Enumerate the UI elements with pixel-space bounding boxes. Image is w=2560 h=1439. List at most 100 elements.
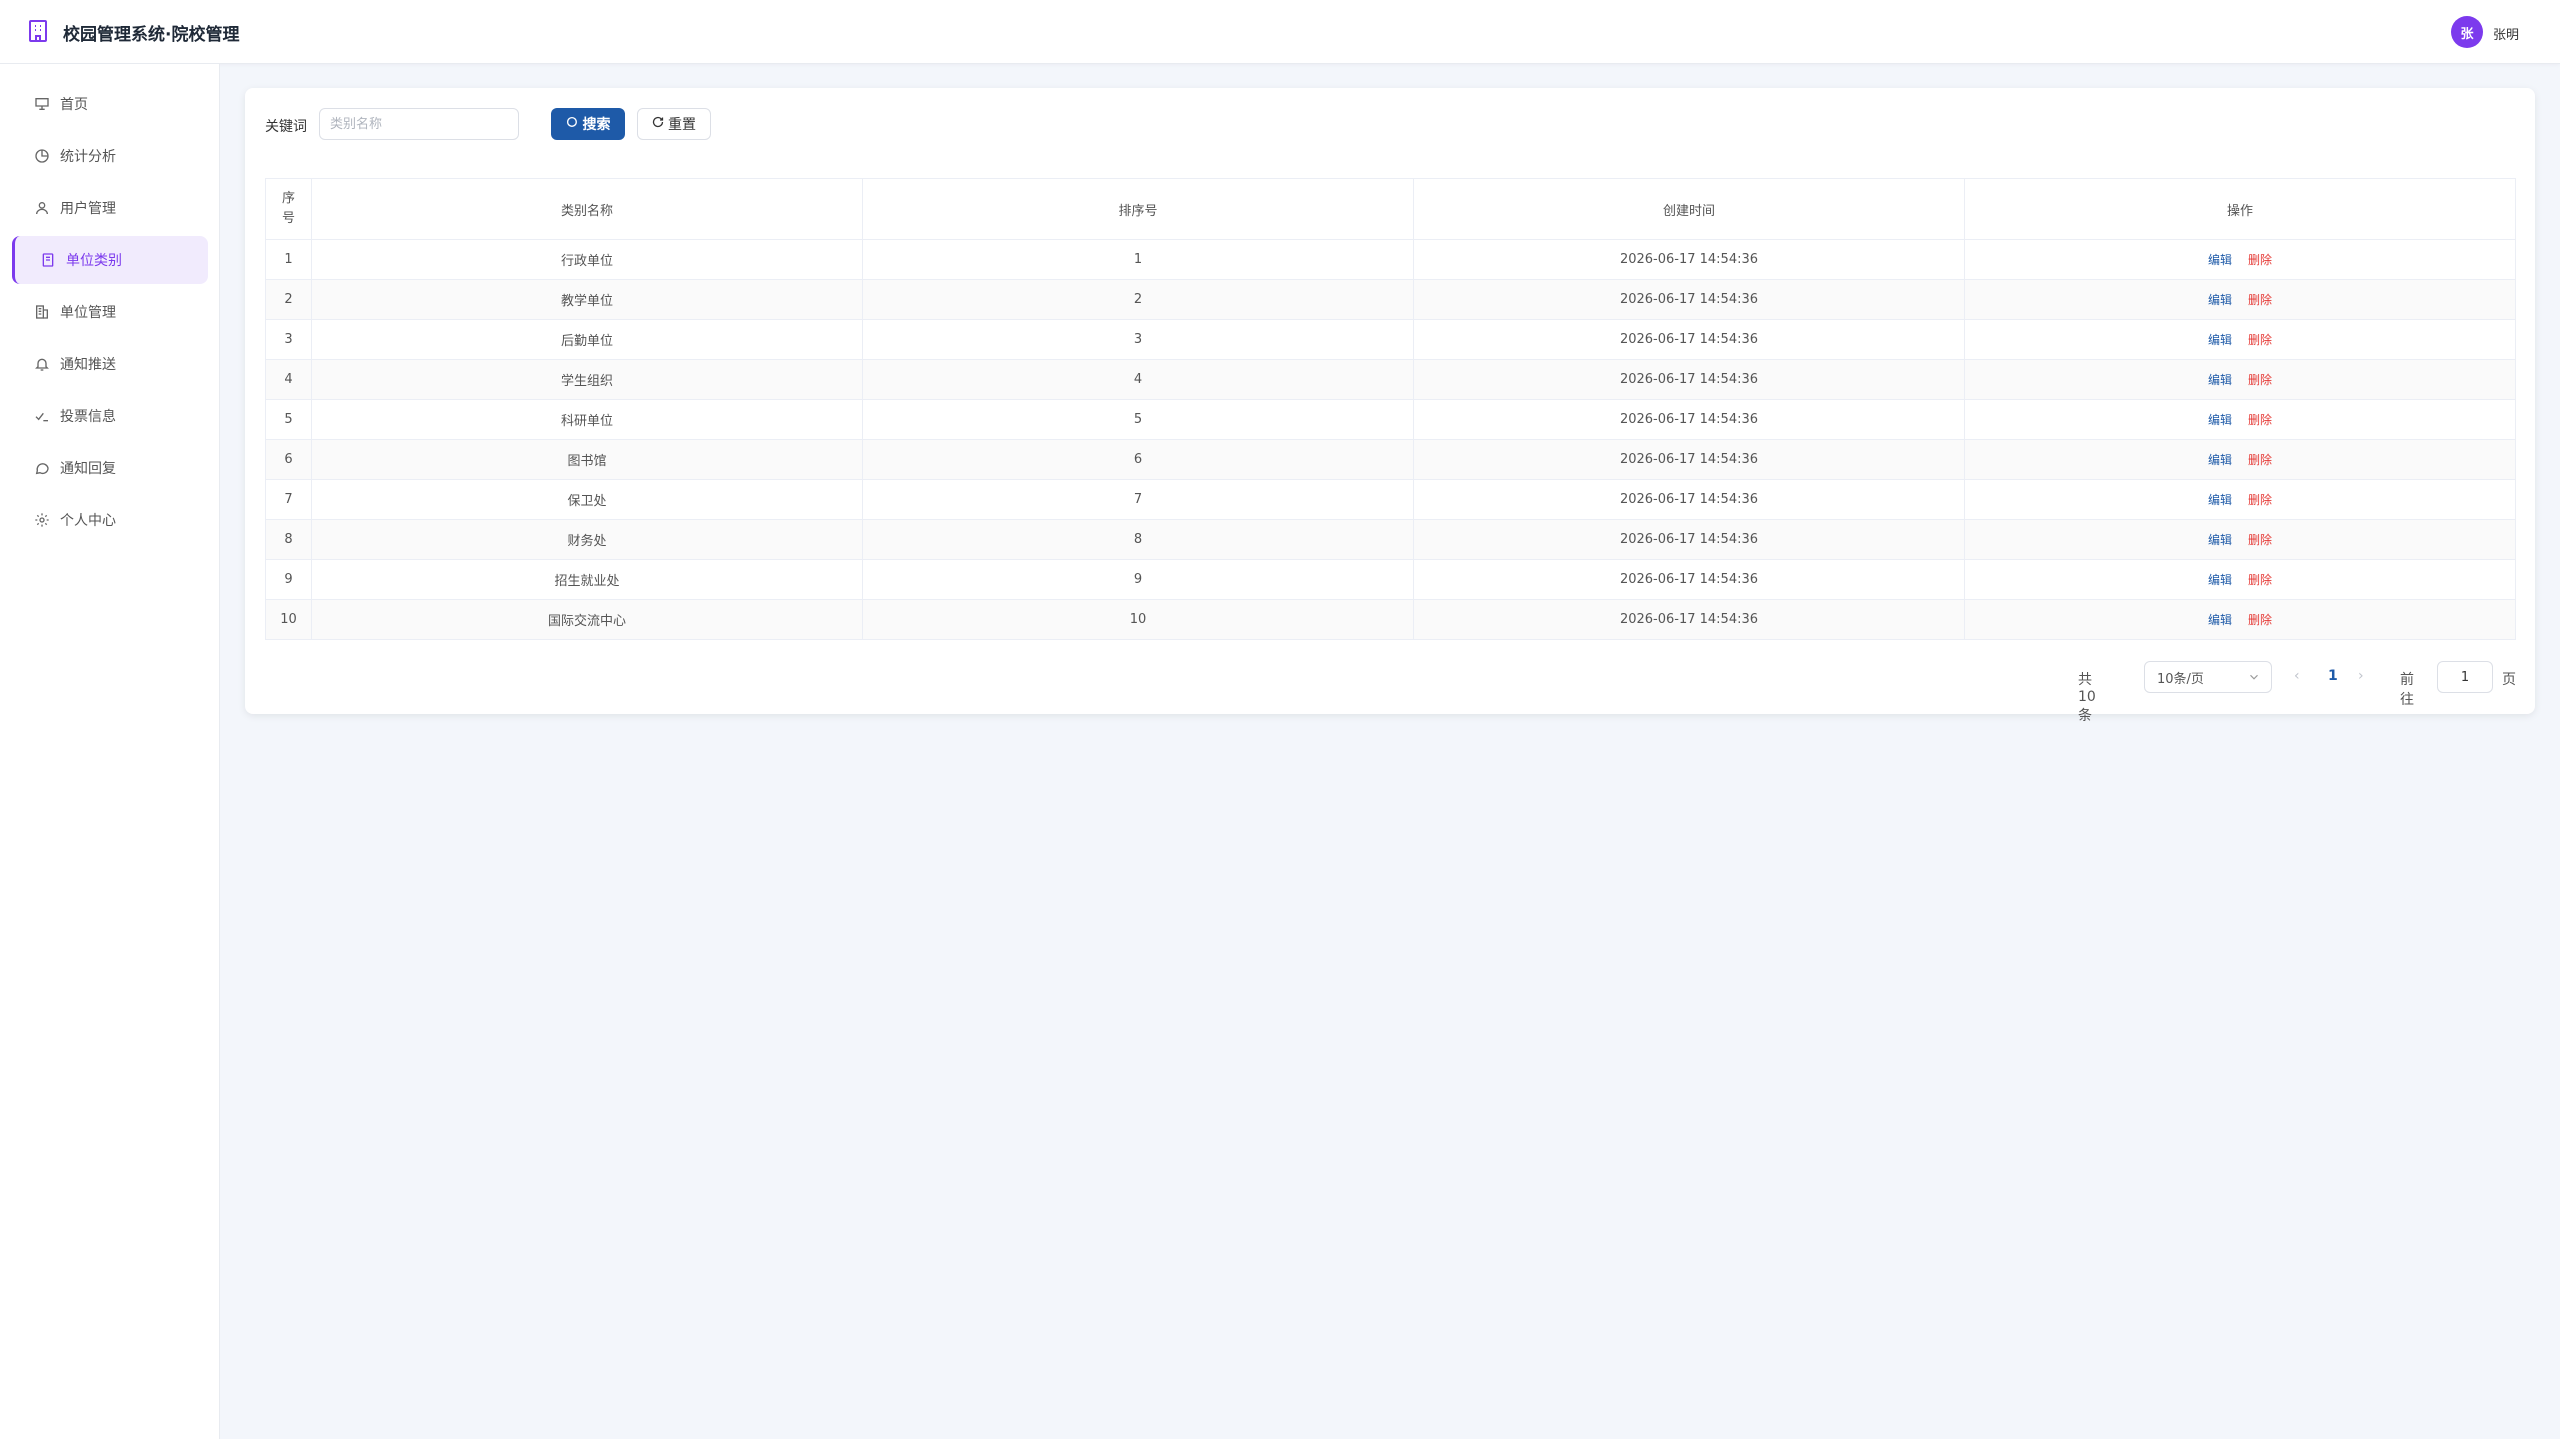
search-button-label: 搜索 xyxy=(582,117,611,133)
sidebar-item-1[interactable]: 统计分析 xyxy=(12,132,208,180)
table-row: 6 图书馆 6 2026-06-17 14:54:36 编辑 删除 xyxy=(265,439,2516,480)
bell-icon xyxy=(34,356,50,372)
table-row: 1 行政单位 1 2026-06-17 14:54:36 编辑 删除 xyxy=(265,239,2516,280)
edit-link[interactable]: 编辑 xyxy=(2208,373,2232,387)
search-button[interactable]: 搜索 xyxy=(551,108,625,140)
sidebar-item-label: 通知推送 xyxy=(60,357,116,373)
edit-link[interactable]: 编辑 xyxy=(2208,413,2232,427)
avatar[interactable]: 张 xyxy=(2451,16,2483,48)
cell-sort: 5 xyxy=(862,399,1414,440)
goto-label: 前往 xyxy=(2400,672,2414,708)
cell-index: 3 xyxy=(265,319,312,360)
cell-index: 1 xyxy=(265,239,312,280)
table-row: 10 国际交流中心 10 2026-06-17 14:54:36 编辑 删除 xyxy=(265,599,2516,640)
cell-name: 后勤单位 xyxy=(311,319,863,360)
cell-created: 2026-06-17 14:54:36 xyxy=(1413,239,1965,280)
cell-actions: 编辑 删除 xyxy=(1964,519,2516,560)
presentation-icon xyxy=(34,96,50,112)
username[interactable]: 张明 xyxy=(2493,24,2519,43)
cell-name: 学生组织 xyxy=(311,359,863,400)
chevron-down-icon xyxy=(2247,670,2261,688)
delete-link[interactable]: 删除 xyxy=(2248,493,2272,507)
reset-button-label: 重置 xyxy=(668,117,696,133)
cell-actions: 编辑 删除 xyxy=(1964,599,2516,640)
table-row: 8 财务处 8 2026-06-17 14:54:36 编辑 删除 xyxy=(265,519,2516,560)
next-page-icon[interactable]: › xyxy=(2358,668,2364,684)
page-suffix: 页 xyxy=(2502,672,2516,688)
delete-link[interactable]: 删除 xyxy=(2248,533,2272,547)
cell-sort: 3 xyxy=(862,319,1414,360)
pie-chart-icon xyxy=(34,148,50,164)
table-row: 9 招生就业处 9 2026-06-17 14:54:36 编辑 删除 xyxy=(265,559,2516,600)
reset-button[interactable]: 重置 xyxy=(637,108,711,140)
edit-link[interactable]: 编辑 xyxy=(2208,533,2232,547)
edit-link[interactable]: 编辑 xyxy=(2208,253,2232,267)
edit-link[interactable]: 编辑 xyxy=(2208,293,2232,307)
bookmark-icon xyxy=(40,252,56,268)
sidebar-item-2[interactable]: 用户管理 xyxy=(12,184,208,232)
app-title: 校园管理系统·院校管理 xyxy=(63,25,240,45)
delete-link[interactable]: 删除 xyxy=(2248,373,2272,387)
cell-index: 7 xyxy=(265,479,312,520)
delete-link[interactable]: 删除 xyxy=(2248,573,2272,587)
edit-link[interactable]: 编辑 xyxy=(2208,573,2232,587)
refresh-icon xyxy=(652,116,664,132)
cell-name: 保卫处 xyxy=(311,479,863,520)
delete-link[interactable]: 删除 xyxy=(2248,253,2272,267)
sidebar-item-4[interactable]: 单位管理 xyxy=(12,288,208,336)
cell-created: 2026-06-17 14:54:36 xyxy=(1413,359,1965,400)
sidebar-item-5[interactable]: 通知推送 xyxy=(12,340,208,388)
sidebar-item-0[interactable]: 首页 xyxy=(12,80,208,128)
cell-sort: 6 xyxy=(862,439,1414,480)
cell-actions: 编辑 删除 xyxy=(1964,279,2516,320)
cell-index: 10 xyxy=(265,599,312,640)
cell-actions: 编辑 删除 xyxy=(1964,439,2516,480)
delete-link[interactable]: 删除 xyxy=(2248,293,2272,307)
page-size-value: 10条/页 xyxy=(2157,671,2204,687)
goto-page-input[interactable] xyxy=(2437,661,2493,693)
cell-created: 2026-06-17 14:54:36 xyxy=(1413,479,1965,520)
table-row: 2 教学单位 2 2026-06-17 14:54:36 编辑 删除 xyxy=(265,279,2516,320)
delete-link[interactable]: 删除 xyxy=(2248,613,2272,627)
search-input[interactable] xyxy=(319,108,519,140)
building-icon xyxy=(34,304,50,320)
delete-link[interactable]: 删除 xyxy=(2248,453,2272,467)
main-card: 关键词 搜索 重置 序号 类别名称 排序号 创建时间 操作 1行政单位12026… xyxy=(245,88,2535,724)
sidebar-item-3[interactable]: 单位类别 xyxy=(12,236,208,284)
cell-name: 图书馆 xyxy=(311,439,863,480)
sidebar-item-7[interactable]: 通知回复 xyxy=(12,444,208,492)
edit-link[interactable]: 编辑 xyxy=(2208,493,2232,507)
cell-index: 5 xyxy=(265,399,312,440)
delete-link[interactable]: 删除 xyxy=(2248,333,2272,347)
cell-index: 8 xyxy=(265,519,312,560)
page-size-select[interactable]: 10条/页 xyxy=(2144,661,2272,693)
sidebar-item-8[interactable]: 个人中心 xyxy=(12,496,208,544)
cell-created: 2026-06-17 14:54:36 xyxy=(1413,559,1965,600)
edit-link[interactable]: 编辑 xyxy=(2208,613,2232,627)
cell-actions: 编辑 删除 xyxy=(1964,399,2516,440)
sidebar-item-6[interactable]: 投票信息 xyxy=(12,392,208,440)
cell-actions: 编辑 删除 xyxy=(1964,319,2516,360)
sidebar-item-label: 用户管理 xyxy=(60,201,116,217)
edit-link[interactable]: 编辑 xyxy=(2208,453,2232,467)
cell-sort: 1 xyxy=(862,239,1414,280)
cell-name: 财务处 xyxy=(311,519,863,560)
cell-created: 2026-06-17 14:54:36 xyxy=(1413,399,1965,440)
vote-check-icon xyxy=(34,408,50,424)
header-created: 创建时间 xyxy=(1413,178,1965,240)
message-circle-icon xyxy=(34,460,50,476)
cell-sort: 9 xyxy=(862,559,1414,600)
cell-name: 国际交流中心 xyxy=(311,599,863,640)
category-table: 序号 类别名称 排序号 创建时间 操作 1 行政单位 1 2026-06-17 14:… xyxy=(265,178,2516,640)
header-index: 序号 xyxy=(265,178,312,240)
sidebar-item-label: 首页 xyxy=(60,97,88,113)
table-row: 3 后勤单位 3 2026-06-17 14:54:36 编辑 删除 xyxy=(265,319,2516,360)
pagination-total: 共 10 条 xyxy=(2078,672,2096,724)
prev-page-icon[interactable]: ‹ xyxy=(2294,668,2300,684)
edit-link[interactable]: 编辑 xyxy=(2208,333,2232,347)
cell-sort: 7 xyxy=(862,479,1414,520)
sidebar: 首页统计分析用户管理单位类别 单位管理通知推送投票信息 通知回复 个人中心 xyxy=(0,64,220,1439)
delete-link[interactable]: 删除 xyxy=(2248,413,2272,427)
cell-actions: 编辑 删除 xyxy=(1964,359,2516,400)
page-number-current[interactable]: 1 xyxy=(2328,668,2338,684)
